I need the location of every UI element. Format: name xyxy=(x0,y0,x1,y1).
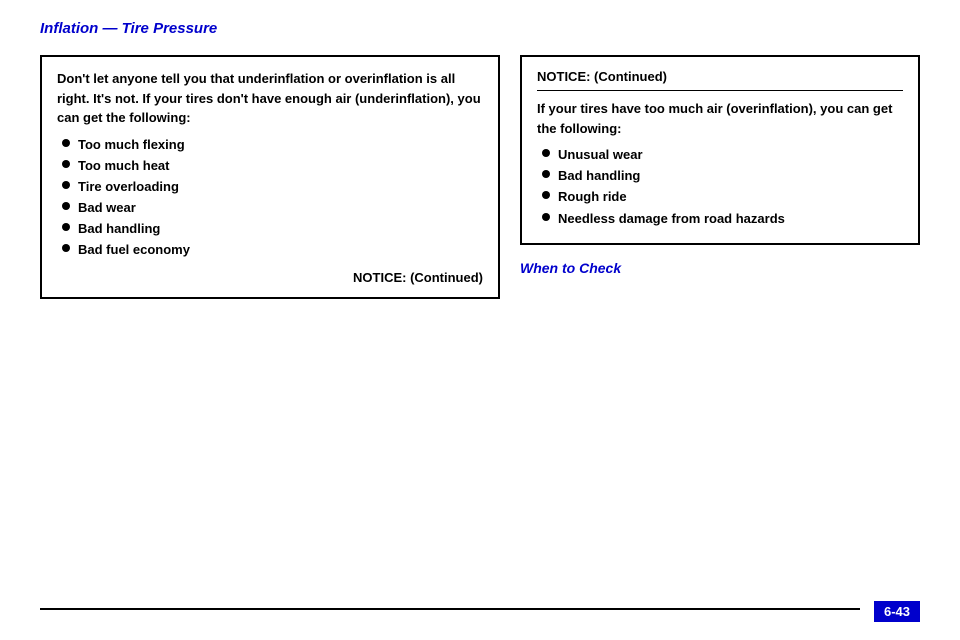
bullet-icon xyxy=(542,170,550,178)
left-column: Don't let anyone tell you that underinfl… xyxy=(40,55,500,309)
list-item: Tire overloading xyxy=(62,178,483,196)
list-item: Too much heat xyxy=(62,157,483,175)
list-item: Unusual wear xyxy=(542,146,903,164)
bullet-icon xyxy=(542,191,550,199)
notice-continued-header: NOTICE: (Continued) xyxy=(537,69,903,91)
list-item: Bad handling xyxy=(542,167,903,185)
underinflation-list: Too much flexing Too much heat Tire over… xyxy=(57,136,483,260)
bullet-icon xyxy=(62,223,70,231)
list-item: Rough ride xyxy=(542,188,903,206)
list-item: Bad fuel economy xyxy=(62,241,483,259)
page-title: Inflation — Tire Pressure xyxy=(40,20,920,37)
overinflation-list: Unusual wear Bad handling Rough ride Nee… xyxy=(537,146,903,228)
list-item-label: Too much flexing xyxy=(78,136,185,154)
list-item: Too much flexing xyxy=(62,136,483,154)
list-item-label: Bad fuel economy xyxy=(78,241,190,259)
list-item-label: Bad handling xyxy=(558,167,640,185)
bullet-icon xyxy=(62,181,70,189)
list-item: Bad handling xyxy=(62,220,483,238)
bottom-divider xyxy=(40,608,860,610)
page-number: 6-43 xyxy=(874,601,920,622)
list-item: Bad wear xyxy=(62,199,483,217)
list-item-label: Bad handling xyxy=(78,220,160,238)
list-item-label: Unusual wear xyxy=(558,146,643,164)
overinflation-notice-box: NOTICE: (Continued) If your tires have t… xyxy=(520,55,920,245)
overinflation-intro: If your tires have too much air (overinf… xyxy=(537,99,903,138)
bullet-icon xyxy=(542,149,550,157)
list-item-label: Too much heat xyxy=(78,157,169,175)
bullet-icon xyxy=(62,244,70,252)
notice-continued-label: NOTICE: (Continued) xyxy=(57,270,483,285)
when-to-check-title: When to Check xyxy=(520,260,920,276)
list-item-label: Bad wear xyxy=(78,199,136,217)
bullet-icon xyxy=(542,213,550,221)
list-item-label: Needless damage from road hazards xyxy=(558,210,785,228)
bullet-icon xyxy=(62,139,70,147)
list-item-label: Tire overloading xyxy=(78,178,179,196)
list-item: Needless damage from road hazards xyxy=(542,210,903,228)
bullet-icon xyxy=(62,202,70,210)
right-column: NOTICE: (Continued) If your tires have t… xyxy=(520,55,920,284)
notice-intro-text: Don't let anyone tell you that underinfl… xyxy=(57,69,483,128)
page-container: Inflation — Tire Pressure Don't let anyo… xyxy=(0,0,960,640)
list-item-label: Rough ride xyxy=(558,188,627,206)
underinflation-notice-box: Don't let anyone tell you that underinfl… xyxy=(40,55,500,299)
bullet-icon xyxy=(62,160,70,168)
